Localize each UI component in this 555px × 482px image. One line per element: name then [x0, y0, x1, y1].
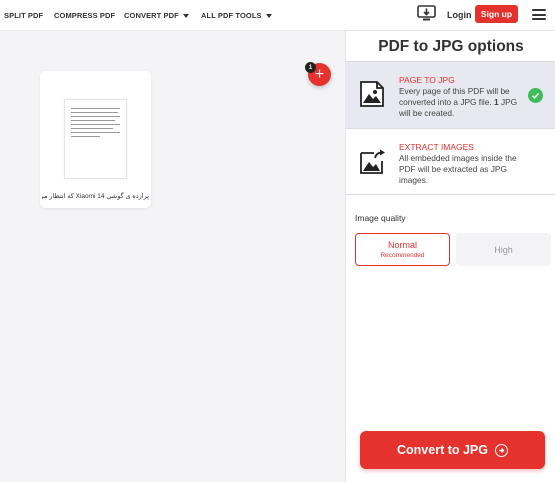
arrow-circle-right-icon — [495, 443, 508, 457]
panel-title: PDF to JPG options — [378, 38, 524, 55]
signup-button[interactable]: Sign up — [475, 5, 518, 23]
top-navbar: SPLIT PDF COMPRESS PDF CONVERT PDF ALL P… — [0, 0, 555, 31]
option-title: PAGE TO JPG — [399, 75, 455, 85]
convert-to-jpg-button[interactable]: Convert to JPG — [360, 431, 545, 469]
nav-compress-pdf[interactable]: COMPRESS PDF — [54, 11, 115, 20]
check-circle-icon — [528, 88, 543, 103]
quality-high-button[interactable]: High — [456, 233, 551, 266]
file-name: پرازده ی گوشی Xiaomi 14 که انتظار می — [42, 193, 149, 200]
login-link[interactable]: Login — [447, 10, 472, 20]
option-extract-images[interactable]: EXTRACT IMAGES All embedded images insid… — [346, 128, 555, 195]
file-card[interactable]: پرازده ی گوشی Xiaomi 14 که انتظار می — [40, 71, 151, 208]
nav-all-pdf-tools-dropdown[interactable]: ALL PDF TOOLS — [201, 11, 272, 20]
file-count-badge: 1 — [305, 62, 316, 73]
image-file-icon — [358, 80, 386, 108]
option-description: All embedded images inside the PDF will … — [399, 153, 517, 185]
caret-down-icon — [182, 13, 189, 18]
options-panel: PDF to JPG options PAGE TO JPG Every pag… — [345, 31, 555, 482]
nav-split-pdf[interactable]: SPLIT PDF — [4, 11, 43, 20]
nav-convert-pdf-dropdown[interactable]: CONVERT PDF — [124, 11, 189, 20]
option-page-to-jpg[interactable]: PAGE TO JPG Every page of this PDF will … — [346, 61, 555, 128]
file-thumbnail — [64, 99, 127, 179]
hamburger-menu-icon[interactable] — [532, 9, 546, 20]
image-quality-label: Image quality — [355, 213, 406, 223]
option-title: EXTRACT IMAGES — [399, 142, 474, 152]
plus-icon: + — [314, 65, 325, 83]
desktop-download-icon[interactable] — [417, 5, 436, 22]
option-description: Every page of this PDF will be converted… — [399, 86, 518, 118]
caret-down-icon — [265, 13, 272, 18]
quality-normal-button[interactable]: Normal Recommended — [355, 233, 450, 266]
image-share-icon — [358, 147, 386, 175]
